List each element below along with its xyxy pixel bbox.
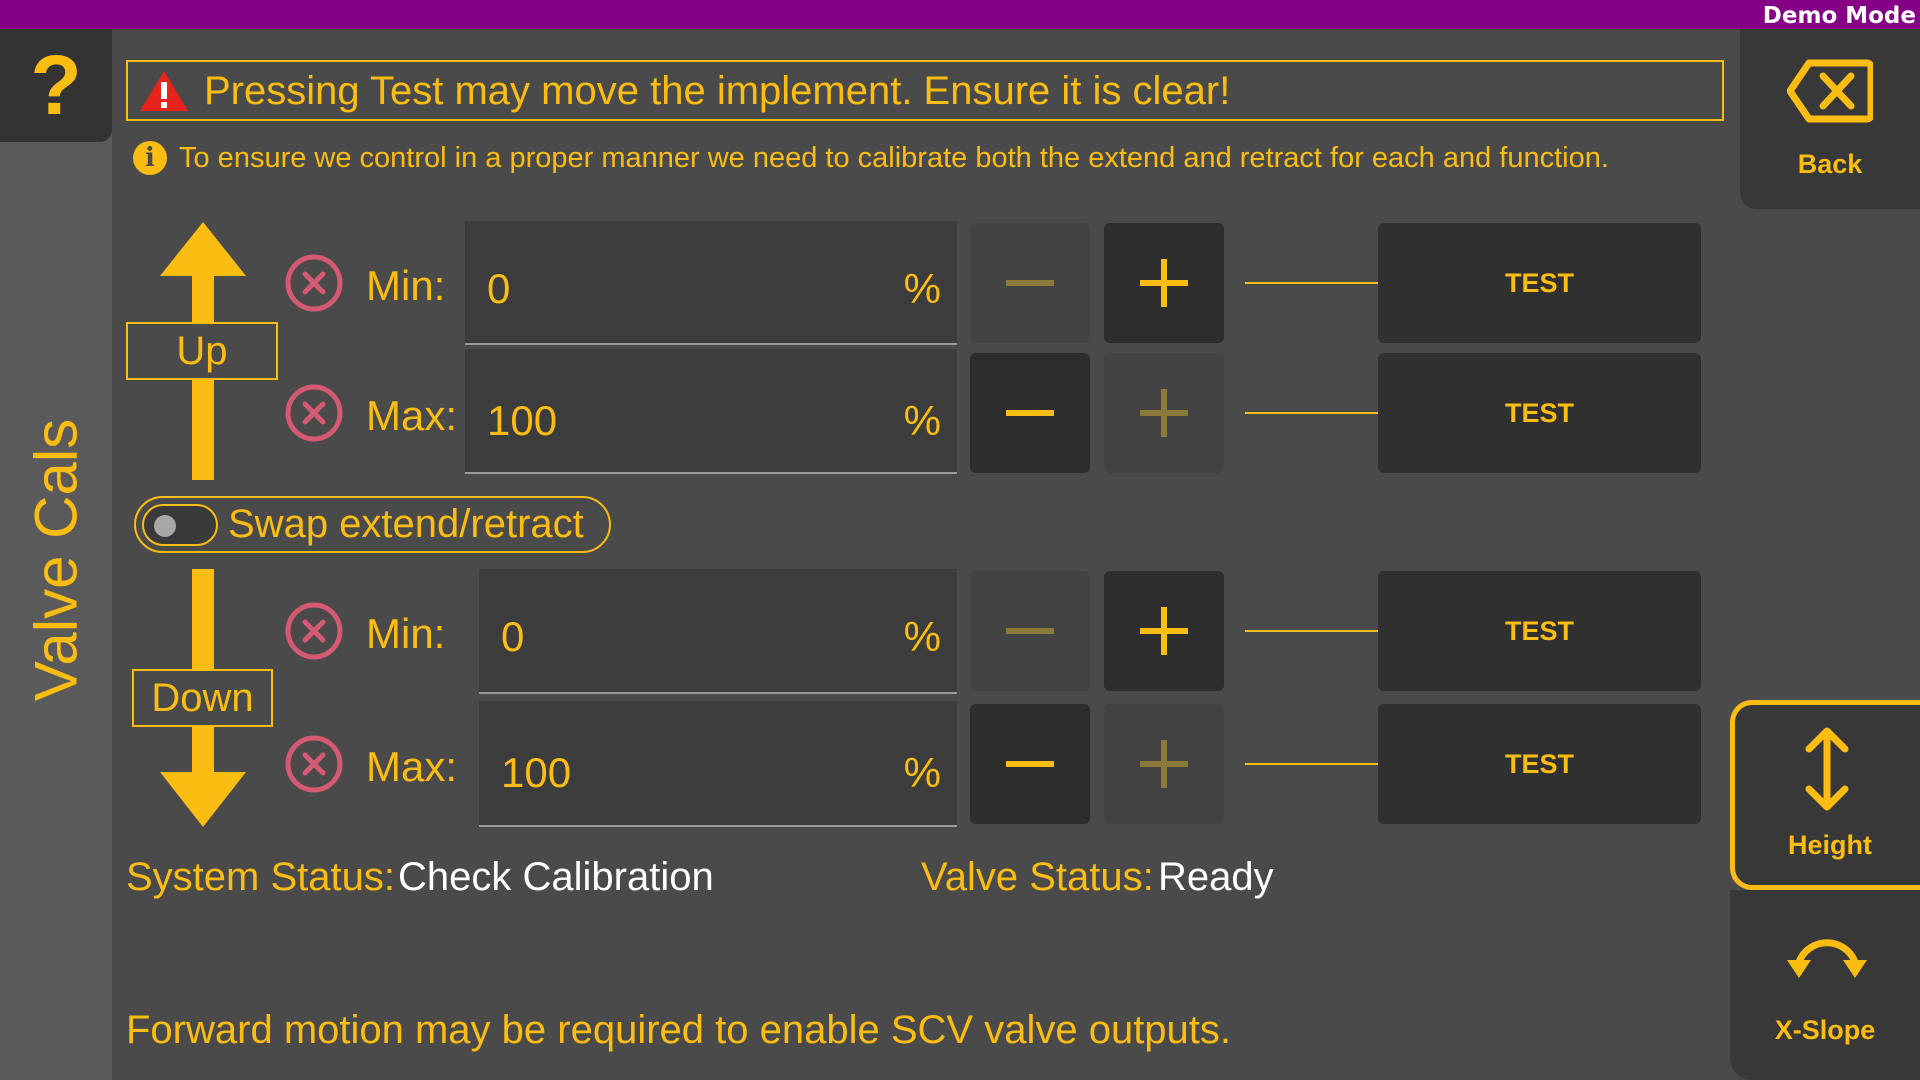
warning-triangle-icon: [140, 71, 188, 111]
up-max-increment-button[interactable]: [1104, 353, 1224, 473]
up-max-unit: %: [903, 397, 941, 444]
up-max-field[interactable]: 100 %: [465, 349, 957, 474]
xslope-label: X-Slope: [1774, 1015, 1876, 1045]
plus-icon: [1140, 259, 1188, 307]
down-max-increment-button[interactable]: [1104, 704, 1224, 824]
clear-min-up-icon[interactable]: [284, 253, 344, 313]
plus-icon: [1140, 740, 1188, 788]
page-title: Valve Cals: [22, 418, 90, 702]
info-icon: i: [133, 141, 167, 175]
up-min-field[interactable]: 0 %: [465, 221, 957, 345]
valve-status-value: Ready: [1158, 855, 1274, 899]
down-min-increment-button[interactable]: [1104, 571, 1224, 691]
down-min-decrement-button[interactable]: [970, 571, 1090, 691]
connector-line: [1245, 412, 1378, 414]
clear-max-up-icon[interactable]: [284, 383, 344, 443]
back-label: Back: [1797, 149, 1863, 179]
up-max-label: Max:: [366, 392, 458, 439]
system-status-value: Check Calibration: [398, 855, 714, 899]
back-button[interactable]: Back: [1740, 29, 1920, 209]
up-min-increment-button[interactable]: [1104, 223, 1224, 343]
vertical-arrows-icon: [1805, 727, 1849, 811]
minus-icon: [1006, 761, 1054, 767]
down-max-label: Max:: [366, 743, 458, 790]
down-max-value: 100: [501, 749, 572, 796]
down-min-unit: %: [903, 613, 941, 660]
down-max-field[interactable]: 100 %: [479, 701, 957, 827]
down-max-decrement-button[interactable]: [970, 704, 1090, 824]
down-label: Down: [132, 669, 273, 727]
down-min-value: 0: [501, 613, 525, 660]
up-min-unit: %: [903, 265, 941, 312]
connector-line: [1245, 282, 1378, 284]
connector-line: [1245, 630, 1378, 632]
plus-icon: [1140, 607, 1188, 655]
up-label: Up: [126, 322, 278, 380]
up-min-decrement-button[interactable]: [970, 223, 1090, 343]
down-max-unit: %: [903, 749, 941, 796]
footer-note: Forward motion may be required to enable…: [126, 1008, 1232, 1052]
down-min-field[interactable]: 0 %: [479, 569, 957, 694]
rotate-arrows-icon: [1787, 939, 1867, 978]
height-label: Height: [1788, 830, 1872, 860]
warning-banner: Pressing Test may move the implement. En…: [126, 60, 1724, 121]
minus-icon: [1006, 280, 1054, 286]
xslope-tab[interactable]: X-Slope: [1730, 890, 1920, 1080]
swap-label: Swap extend/retract: [228, 502, 584, 546]
help-button[interactable]: ?: [0, 29, 112, 142]
info-text: To ensure we control in a proper manner …: [179, 142, 1609, 174]
up-min-value: 0: [487, 265, 511, 312]
toggle-knob: [154, 515, 176, 537]
demo-mode-label: Demo Mode: [1762, 3, 1916, 29]
up-max-value: 100: [487, 397, 558, 444]
up-max-decrement-button[interactable]: [970, 353, 1090, 473]
up-min-test-button[interactable]: TEST: [1378, 223, 1701, 343]
up-max-test-button[interactable]: TEST: [1378, 353, 1701, 473]
clear-max-down-icon[interactable]: [284, 734, 344, 794]
down-min-label: Min:: [366, 610, 446, 657]
plus-icon: [1140, 389, 1188, 437]
help-icon: ?: [30, 38, 82, 132]
minus-icon: [1006, 628, 1054, 634]
backspace-icon: [1787, 59, 1873, 123]
system-status-label: System Status:: [126, 855, 395, 899]
minus-icon: [1006, 410, 1054, 416]
valve-status-label: Valve Status:: [921, 855, 1154, 899]
warning-text: Pressing Test may move the implement. En…: [204, 69, 1231, 113]
swap-extend-retract-toggle[interactable]: Swap extend/retract: [134, 496, 611, 553]
top-bar: Demo Mode: [0, 0, 1920, 29]
down-min-test-button[interactable]: TEST: [1378, 571, 1701, 691]
connector-line: [1245, 763, 1378, 765]
height-tab[interactable]: Height: [1730, 700, 1920, 890]
clear-min-down-icon[interactable]: [284, 601, 344, 661]
toggle-switch[interactable]: [142, 504, 218, 546]
up-min-label: Min:: [366, 262, 446, 309]
down-max-test-button[interactable]: TEST: [1378, 704, 1701, 824]
